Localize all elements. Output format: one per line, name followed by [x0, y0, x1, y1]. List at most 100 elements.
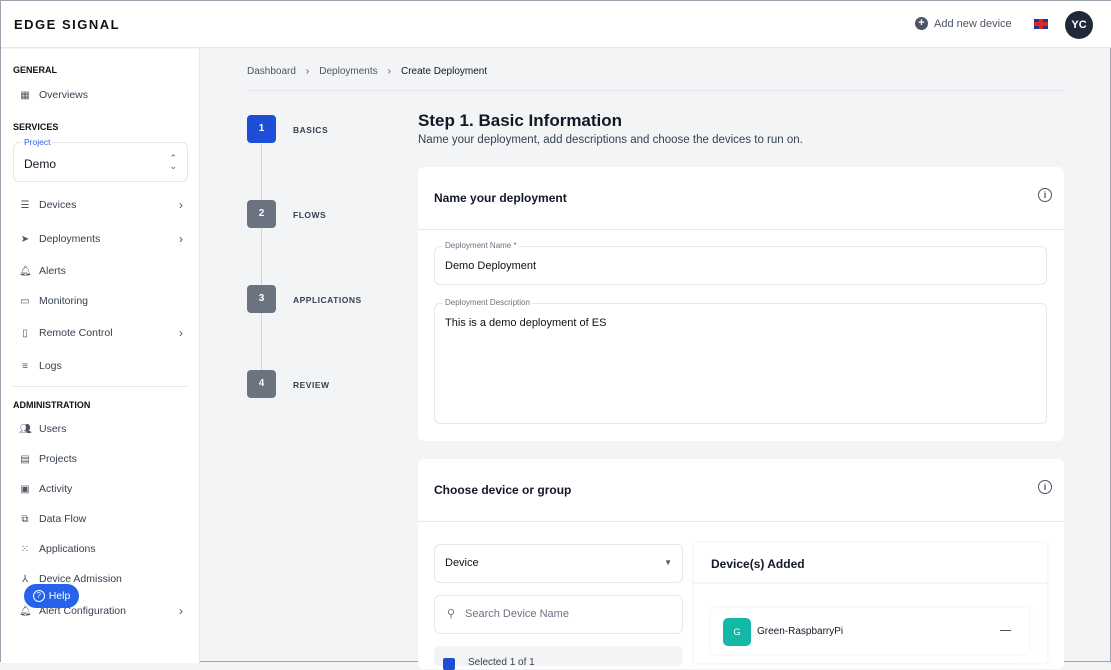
project-select[interactable]: Project Demo ⌃ ⌄ — [13, 137, 188, 182]
section-administration: ADMINISTRATION — [13, 400, 91, 410]
search-icon: ⚲ — [447, 608, 456, 620]
label: Alerts — [39, 265, 66, 277]
chevron-up-down-icon: ⌃ ⌄ — [169, 153, 177, 171]
page-subtitle: Name your deployment, add descriptions a… — [418, 134, 803, 146]
search-device-input[interactable]: ⚲ Search Device Name — [434, 595, 683, 634]
search-placeholder: Search Device Name — [465, 608, 569, 620]
deployment-description-field[interactable]: Deployment Description This is a demo dep… — [434, 298, 1047, 424]
hub-icon: ⅄ — [21, 573, 29, 585]
step-4[interactable]: 4 — [247, 370, 276, 398]
sidebar-item-projects[interactable]: ▤ Projects — [19, 453, 189, 465]
uk-flag-icon[interactable] — [1034, 19, 1048, 29]
clipboard-icon: ▤ — [20, 453, 30, 465]
sidebar-item-monitoring[interactable]: ▭ Monitoring — [19, 295, 189, 307]
chevron-right-icon: › — [179, 326, 183, 340]
sidebar-item-users[interactable]: 👥︎ Users — [19, 423, 189, 435]
label: Users — [39, 423, 67, 435]
plus-circle-icon: + — [915, 17, 928, 30]
device-avatar: G — [723, 618, 751, 646]
sidebar-item-devices[interactable]: ☰ Devices › — [19, 198, 189, 212]
label: Data Flow — [39, 513, 87, 525]
help-label: Help — [48, 590, 71, 602]
checkbox[interactable] — [443, 658, 455, 670]
sidebar-item-overviews[interactable]: ▦ Overviews — [19, 89, 189, 101]
divider — [418, 229, 1064, 230]
chevron-right-icon: › — [305, 66, 310, 77]
logo: EDGE SIGNAL — [14, 17, 121, 32]
card-title: Name your deployment — [434, 191, 567, 205]
breadcrumb: Dashboard › Deployments › Create Deploymen… — [247, 66, 487, 77]
label: Applications — [39, 543, 96, 555]
label: Logs — [39, 360, 62, 372]
sidebar-item-data-flow[interactable]: ⧉ Data Flow — [19, 513, 189, 525]
card-title: Choose device or group — [434, 483, 572, 497]
sidebar-item-activity[interactable]: ▣ Activity — [19, 483, 189, 495]
add-device-label: Add new device — [934, 17, 1012, 30]
breadcrumb-current: Create Deployment — [400, 66, 488, 77]
activity-icon: ▣ — [20, 483, 30, 495]
info-icon[interactable]: i — [1038, 188, 1052, 202]
label: Deployments — [39, 233, 101, 245]
field-value: This is a demo deployment of ES — [445, 317, 607, 329]
sidebar-item-logs[interactable]: ≡ Logs — [19, 360, 189, 372]
chevron-right-icon: › — [179, 232, 183, 246]
chevron-right-icon: › — [387, 66, 391, 77]
bell-settings-icon: 🔔︎ — [19, 605, 32, 617]
add-new-device-button[interactable]: + Add new device — [915, 17, 1012, 30]
step-1-label: BASICS — [293, 125, 329, 135]
chevron-right-icon: › — [179, 604, 183, 618]
label: Remote Control — [39, 327, 113, 339]
breadcrumb-dashboard[interactable]: Dashboard — [247, 66, 296, 77]
bell-icon: 🔔︎ — [19, 265, 32, 277]
send-icon: ➤ — [20, 233, 30, 245]
field-label: Deployment Name * — [443, 241, 519, 250]
help-icon: ? — [32, 590, 45, 602]
help-button[interactable]: ? Help — [24, 584, 79, 608]
devices-added-panel: Device(s) Added G Green-RaspbarryPi — [694, 543, 1047, 663]
select-value: Device — [445, 557, 479, 569]
step-3[interactable]: 3 — [247, 285, 276, 313]
section-general: GENERAL — [13, 65, 58, 75]
page-title: Step 1. Basic Information — [418, 111, 623, 130]
divider — [247, 90, 1064, 91]
sidebar-item-applications[interactable]: ⁙ Applications — [19, 543, 189, 555]
step-2[interactable]: 2 — [247, 200, 276, 228]
list-icon: ☰ — [20, 199, 30, 211]
apps-grid-icon: ⁙ — [20, 543, 30, 555]
monitor-icon: ▭ — [20, 295, 30, 307]
label: Activity — [39, 483, 73, 495]
project-label: Project — [22, 137, 53, 147]
remote-icon: ▯ — [22, 327, 28, 339]
top-bar: EDGE SIGNAL + Add new device YC — [1, 1, 1111, 48]
breadcrumb-deployments[interactable]: Deployments — [319, 66, 377, 77]
field-label: Deployment Description — [443, 298, 532, 307]
list-item: G Green-RaspbarryPi — [711, 608, 1029, 654]
lines-icon: ≡ — [22, 360, 28, 372]
stepper-line — [261, 143, 262, 383]
label: Monitoring — [39, 295, 89, 307]
deployment-name-field[interactable]: Deployment Name * Demo Deployment — [434, 241, 1047, 285]
divider — [13, 386, 188, 387]
avatar[interactable]: YC — [1065, 11, 1093, 39]
step-3-label: APPLICATIONS — [293, 295, 362, 305]
step-4-label: REVIEW — [293, 380, 330, 390]
selected-count: Selected 1 of 1 — [468, 657, 535, 668]
field-value: Demo Deployment — [445, 260, 537, 272]
divider — [418, 521, 1064, 522]
section-services: SERVICES — [13, 122, 59, 132]
sidebar-item-alerts[interactable]: 🔔︎ Alerts — [19, 265, 189, 277]
info-icon[interactable]: i — [1038, 480, 1052, 494]
remove-icon[interactable] — [1000, 630, 1011, 631]
step-2-label: FLOWS — [293, 210, 327, 220]
sidebar-item-remote-control[interactable]: ▯ Remote Control › — [19, 326, 189, 340]
label: Overviews — [39, 89, 89, 101]
device-type-select[interactable]: Device ▼ — [434, 544, 683, 583]
label: Devices — [39, 199, 77, 211]
select-all-row[interactable]: Selected 1 of 1 — [434, 646, 683, 670]
sidebar-item-deployments[interactable]: ➤ Deployments › — [19, 232, 189, 246]
divider — [694, 582, 1047, 584]
caret-down-icon: ▼ — [664, 558, 672, 567]
chevron-right-icon: › — [179, 198, 183, 212]
device-name: Green-RaspbarryPi — [757, 626, 844, 637]
step-1[interactable]: 1 — [247, 115, 276, 143]
